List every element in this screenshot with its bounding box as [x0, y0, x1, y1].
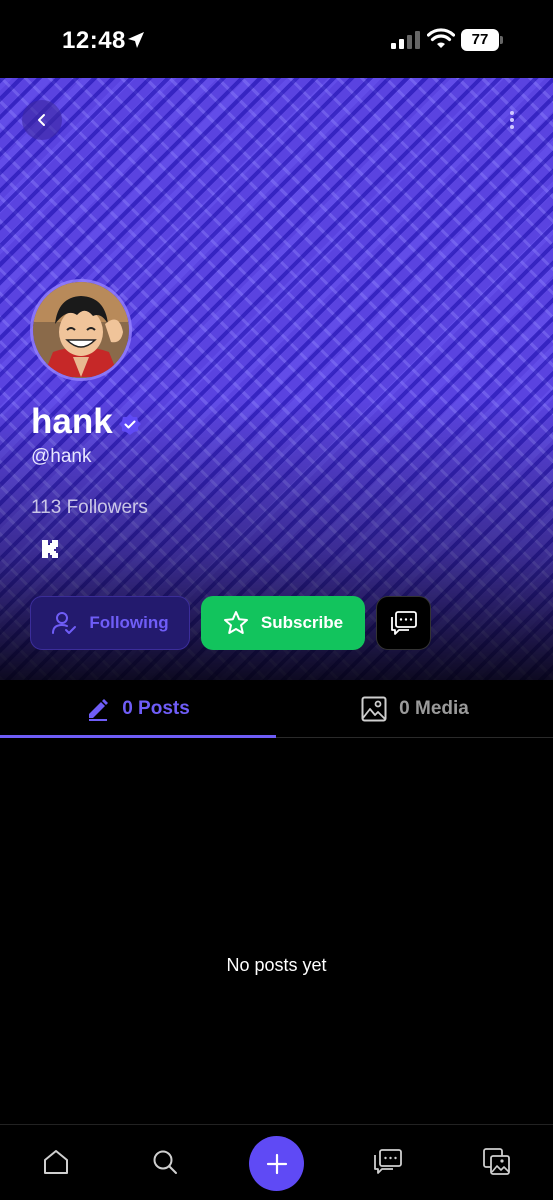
following-button-label: Following	[89, 613, 169, 632]
profile-username: @hank	[31, 446, 92, 467]
chevron-left-icon	[38, 114, 45, 126]
tab-posts-label: 0 Posts	[122, 698, 190, 719]
messages-icon	[374, 1149, 402, 1174]
tab-media[interactable]: 0 Media	[277, 680, 553, 738]
nav-create-button[interactable]	[249, 1136, 304, 1191]
status-bar: 12:48 77	[0, 0, 553, 78]
profile-tabs: 0 Posts 0 Media	[0, 680, 553, 738]
status-time: 12:48	[62, 27, 126, 54]
kick-logo-icon[interactable]	[40, 538, 60, 560]
pencil-icon	[89, 699, 109, 721]
avatar[interactable]	[30, 279, 132, 381]
more-vertical-icon	[510, 111, 514, 129]
chat-bubble-icon	[390, 611, 417, 635]
nav-collections-button[interactable]	[482, 1147, 512, 1177]
plus-icon	[266, 1153, 287, 1174]
followers-count[interactable]: 113 Followers	[31, 496, 148, 520]
bottom-navigation	[0, 1124, 553, 1200]
battery-level: 77	[461, 29, 499, 51]
following-button[interactable]: Following	[30, 596, 190, 650]
anime-character-avatar-image	[33, 282, 129, 378]
verified-badge-icon	[119, 414, 141, 435]
user-check-icon	[52, 612, 77, 634]
profile-display-name: hank	[31, 402, 113, 441]
image-icon	[361, 696, 387, 722]
wifi-icon	[427, 28, 455, 48]
back-button[interactable]	[22, 100, 62, 140]
nav-messages-button[interactable]	[373, 1147, 403, 1177]
subscribe-button[interactable]: Subscribe	[201, 596, 365, 650]
nav-search-button[interactable]	[150, 1147, 180, 1177]
cellular-signal-icon	[391, 31, 420, 49]
active-tab-indicator	[0, 735, 276, 738]
star-icon	[223, 611, 248, 634]
home-icon	[44, 1150, 68, 1174]
tab-media-label: 0 Media	[399, 698, 469, 719]
tab-posts[interactable]: 0 Posts	[0, 680, 276, 738]
battery-icon: 77	[461, 29, 503, 51]
more-options-button[interactable]	[500, 106, 524, 134]
location-arrow-icon	[128, 32, 144, 48]
search-icon	[153, 1150, 177, 1174]
nav-home-button[interactable]	[41, 1147, 71, 1177]
subscribe-button-label: Subscribe	[260, 613, 344, 632]
profile-banner: hank @hank 113 Followers Following Subsc…	[0, 78, 553, 680]
message-button[interactable]	[376, 596, 431, 650]
empty-posts-message: No posts yet	[226, 955, 327, 975]
collections-icon	[483, 1148, 510, 1175]
